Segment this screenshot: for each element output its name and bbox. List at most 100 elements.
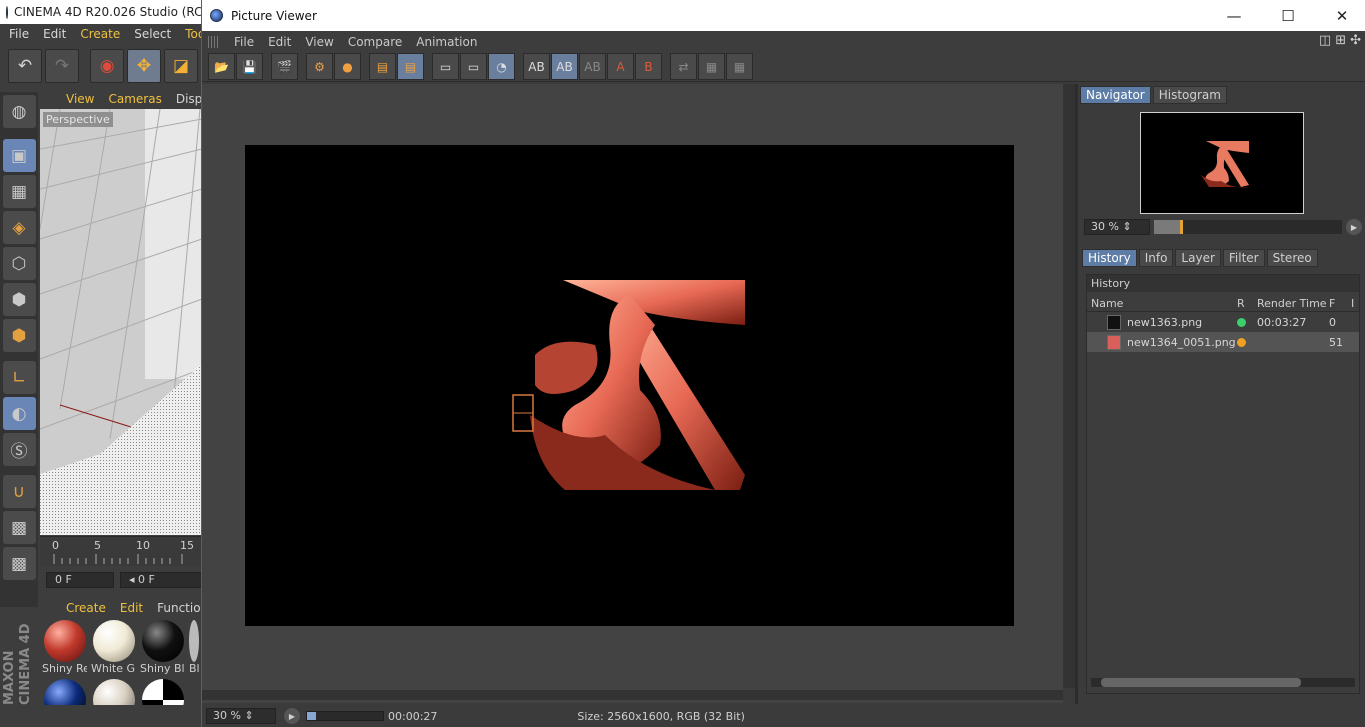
set-a-button[interactable]: A (607, 53, 634, 80)
paste-button[interactable]: ▤ (397, 53, 424, 80)
move-panel-icon[interactable]: ✣ (1350, 33, 1361, 48)
tab-layer[interactable]: Layer (1175, 249, 1221, 267)
perspective-viewport[interactable]: Perspective (40, 109, 202, 535)
navigator-zoom-field[interactable]: 30 % ⇕ (1084, 219, 1150, 235)
material-swatch[interactable] (42, 679, 87, 705)
grid-button[interactable]: ▦ (726, 53, 753, 80)
scrollbar-thumb[interactable] (1101, 678, 1301, 687)
tweak-mode-button[interactable]: ◐ (2, 397, 36, 430)
material-menu-edit[interactable]: Edit (120, 601, 143, 615)
picture-viewer-statusbar: 30 % ⇕ ▶ 00:00:27 Size: 2560x1600, RGB (… (202, 705, 1365, 727)
material-swatch[interactable] (140, 679, 185, 705)
workplane-mode-button[interactable]: ◈ (2, 211, 36, 244)
canvas-vertical-scrollbar[interactable] (1063, 84, 1075, 688)
undo-button[interactable]: ↶ (8, 49, 42, 83)
redo-button[interactable]: ↷ (45, 49, 79, 83)
pv-menu-view[interactable]: View (305, 35, 333, 49)
pv-menu-file[interactable]: File (234, 35, 254, 49)
ab-diff-button[interactable]: AB (579, 53, 606, 80)
material-swatch[interactable]: Shiny Bl (140, 620, 185, 675)
polygons-mode-button[interactable]: ⬢ (2, 319, 36, 352)
menu-file[interactable]: File (9, 27, 29, 41)
viewport-menu-display[interactable]: Display (176, 92, 202, 106)
history-row[interactable]: new1363.png 00:03:27 0 (1087, 312, 1359, 332)
pv-menu-animation[interactable]: Animation (416, 35, 477, 49)
tab-filter[interactable]: Filter (1222, 249, 1265, 267)
panel-layout-icon[interactable]: ◫ (1319, 33, 1331, 48)
column-r[interactable]: R (1237, 295, 1257, 311)
material-swatch[interactable]: Bl (189, 620, 199, 675)
ab-split-icon: AB (556, 59, 573, 74)
viewport-menu-view[interactable]: View (66, 92, 94, 106)
pv-menu-compare[interactable]: Compare (348, 35, 402, 49)
material-swatch[interactable]: Shiny Re (42, 620, 87, 675)
viewport-menu-cameras[interactable]: Cameras (108, 92, 161, 106)
menu-select[interactable]: Select (134, 27, 171, 41)
material-swatch[interactable] (91, 679, 136, 705)
menubar-grip[interactable] (208, 35, 220, 48)
snap-button[interactable]: Ⓢ (2, 433, 36, 466)
tab-stereo[interactable]: Stereo (1266, 249, 1318, 267)
history-horizontal-scrollbar[interactable] (1091, 678, 1355, 687)
material-menu-create[interactable]: Create (66, 601, 106, 615)
view-fit-button[interactable]: ▭ (432, 53, 459, 80)
view-region-button[interactable]: ▭ (460, 53, 487, 80)
person-button[interactable]: ● (334, 53, 361, 80)
menu-edit[interactable]: Edit (43, 27, 66, 41)
timeline-ruler[interactable]: 0 5 10 15 (40, 536, 202, 566)
viewport-camera-label: Perspective (43, 112, 113, 127)
zoom-field[interactable]: 30 % ⇕ (206, 708, 276, 724)
set-b-button[interactable]: B (635, 53, 662, 80)
points-mode-button[interactable]: ⬡ (2, 247, 36, 280)
copy-button[interactable]: ▤ (369, 53, 396, 80)
maximize-button[interactable]: ☐ (1265, 0, 1311, 31)
overlay-button[interactable]: ▦ (698, 53, 725, 80)
play-button[interactable]: ▶ (284, 708, 300, 724)
tab-navigator[interactable]: Navigator (1080, 86, 1151, 104)
ab-split-button[interactable]: AB (551, 53, 578, 80)
filter-button[interactable]: ⚙ (306, 53, 333, 80)
image-canvas[interactable] (202, 84, 1063, 703)
swap-ab-button[interactable]: ⇄ (670, 53, 697, 80)
select-tool-button[interactable]: ◉ (90, 49, 124, 83)
tab-histogram[interactable]: Histogram (1152, 86, 1227, 104)
canvas-horizontal-scrollbar[interactable] (202, 690, 1063, 700)
tab-info[interactable]: Info (1138, 249, 1174, 267)
ab-compare-button[interactable]: AB (523, 53, 550, 80)
person-icon: ● (342, 59, 353, 74)
new-panel-icon[interactable]: ⊞ (1335, 33, 1346, 48)
pv-menu-edit[interactable]: Edit (268, 35, 291, 49)
history-row[interactable]: new1364_0051.png 51 (1087, 332, 1359, 352)
render-clapper-button[interactable]: 🎬 (271, 53, 298, 80)
save-as-button[interactable]: 💾 (236, 53, 263, 80)
column-name[interactable]: Name (1087, 295, 1237, 311)
navigator-zoom-slider[interactable] (1154, 220, 1342, 234)
material-swatch[interactable]: White G (91, 620, 136, 675)
column-extra[interactable]: I (1351, 295, 1354, 311)
move-tool-button[interactable]: ✥ (127, 49, 161, 83)
tab-history[interactable]: History (1082, 249, 1137, 267)
workplane-lock-button[interactable]: ▩ (2, 511, 36, 544)
close-button[interactable]: ✕ (1319, 0, 1365, 31)
start-frame-slider[interactable]: ◂ 0 F (120, 572, 202, 588)
column-f[interactable]: F (1329, 295, 1351, 311)
axis-mode-button[interactable]: ∟ (2, 361, 36, 394)
material-menu-function[interactable]: Function (157, 601, 202, 615)
view-compare-button[interactable]: ◔ (488, 53, 515, 80)
texture-mode-button[interactable]: ▦ (2, 175, 36, 208)
minimize-button[interactable]: — (1211, 0, 1257, 31)
scale-tool-button[interactable]: ◪ (164, 49, 198, 83)
menu-create[interactable]: Create (80, 27, 120, 41)
workplane-planar-button[interactable]: ▩ (2, 547, 36, 580)
model-mode-button[interactable]: ▣ (2, 139, 36, 172)
magnet-button[interactable]: ∪ (2, 475, 36, 508)
open-button[interactable]: 📂 (208, 53, 235, 80)
navigator-play-button[interactable]: ▶ (1346, 219, 1362, 235)
navigator-zoom-handle[interactable] (1180, 220, 1184, 234)
make-editable-button[interactable]: ◍ (2, 95, 36, 128)
edges-mode-button[interactable]: ⬢ (2, 283, 36, 316)
current-frame-field[interactable]: 0 F (46, 572, 114, 588)
menu-tools[interactable]: Tools (185, 27, 202, 41)
navigator-thumbnail[interactable] (1140, 112, 1304, 214)
column-render-time[interactable]: Render Time (1257, 295, 1329, 311)
